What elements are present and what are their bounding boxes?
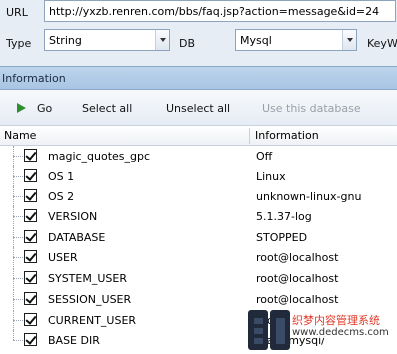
item-value: STOPPED — [256, 231, 308, 244]
tree-line — [13, 330, 14, 340]
checkbox[interactable] — [24, 313, 37, 326]
checkbox[interactable] — [24, 271, 37, 284]
tree-branch — [13, 278, 23, 279]
select-all-button[interactable]: Select all — [82, 102, 132, 115]
item-name: SESSION_USER — [48, 293, 132, 306]
column-name-header[interactable]: Name — [4, 129, 36, 142]
list-item[interactable]: VERSION 5.1.37-log — [0, 206, 397, 226]
tree-branch — [13, 340, 23, 341]
item-name: CURRENT_USER — [48, 314, 137, 327]
tree-branch — [13, 176, 23, 177]
item-value: root@localhost — [256, 293, 339, 306]
tree-branch — [13, 216, 23, 217]
checkbox[interactable] — [24, 230, 37, 243]
item-value: Linux — [256, 170, 286, 183]
use-database-button[interactable]: Use this database — [262, 102, 361, 115]
list-item[interactable]: magic_quotes_gpc Off — [0, 146, 397, 166]
url-label: URL — [6, 6, 28, 19]
type-select-value: String — [49, 34, 82, 47]
checkbox[interactable] — [24, 209, 37, 222]
checkbox[interactable] — [24, 333, 37, 346]
url-input[interactable]: http://yxzb.renren.com/bbs/faq.jsp?actio… — [44, 0, 396, 22]
checkbox[interactable] — [24, 169, 37, 182]
panel-title: Information — [2, 72, 66, 85]
db-select-value: Mysql — [240, 34, 272, 47]
tree-branch — [13, 156, 23, 157]
keyword-label: KeyW — [367, 37, 397, 50]
item-name: USER — [48, 251, 78, 264]
query-form: URL http://yxzb.renren.com/bbs/faq.jsp?a… — [0, 0, 397, 66]
unselect-all-button[interactable]: Unselect all — [166, 102, 230, 115]
list-item[interactable]: OS 2 unknown-linux-gnu — [0, 186, 397, 206]
tree-branch — [13, 237, 23, 238]
item-name: magic_quotes_gpc — [48, 150, 151, 163]
checkbox[interactable] — [24, 189, 37, 202]
item-value: root@localhost — [256, 272, 339, 285]
db-select[interactable]: Mysql — [235, 29, 357, 51]
item-name: OS 1 — [48, 170, 75, 183]
item-value: root@localhost — [256, 251, 339, 264]
tree-branch — [13, 320, 23, 321]
list-item[interactable]: OS 1 Linux — [0, 166, 397, 186]
item-name: OS 2 — [48, 190, 75, 203]
watermark-title: 织梦内容管理系统 — [292, 312, 380, 328]
item-name: BASE DIR — [48, 334, 100, 347]
tree-branch — [13, 257, 23, 258]
list-item[interactable]: DATABASE STOPPED — [0, 227, 397, 247]
watermark-url: www.dedecms.com — [292, 327, 389, 338]
item-value: unknown-linux-gnu — [256, 190, 362, 203]
chevron-down-icon[interactable] — [155, 30, 169, 50]
information-panel-header: Information — [0, 66, 397, 90]
list-item[interactable]: SESSION_USER root@localhost — [0, 289, 397, 309]
tree-branch — [13, 299, 23, 300]
checkbox[interactable] — [24, 149, 37, 162]
toolbar: Go Select all Unselect all Use this data… — [0, 90, 397, 126]
item-name: VERSION — [48, 210, 98, 223]
type-label: Type — [6, 37, 32, 50]
play-icon[interactable] — [17, 103, 26, 113]
chevron-down-icon[interactable] — [342, 30, 356, 50]
watermark-logo-icon — [248, 310, 290, 350]
checkbox[interactable] — [24, 292, 37, 305]
list-item[interactable]: SYSTEM_USER root@localhost — [0, 268, 397, 288]
item-value: 5.1.37-log — [256, 210, 312, 223]
go-button[interactable]: Go — [37, 102, 52, 115]
item-value: Off — [256, 150, 273, 163]
list-item[interactable]: USER root@localhost — [0, 247, 397, 267]
column-divider[interactable] — [249, 128, 250, 144]
column-information-header[interactable]: Information — [255, 129, 319, 142]
db-label: DB — [179, 37, 196, 50]
column-header: Name Information — [0, 126, 397, 146]
tree-branch — [13, 196, 23, 197]
checkbox[interactable] — [24, 250, 37, 263]
type-select[interactable]: String — [44, 29, 170, 51]
item-name: SYSTEM_USER — [48, 272, 127, 285]
item-name: DATABASE — [48, 231, 106, 244]
